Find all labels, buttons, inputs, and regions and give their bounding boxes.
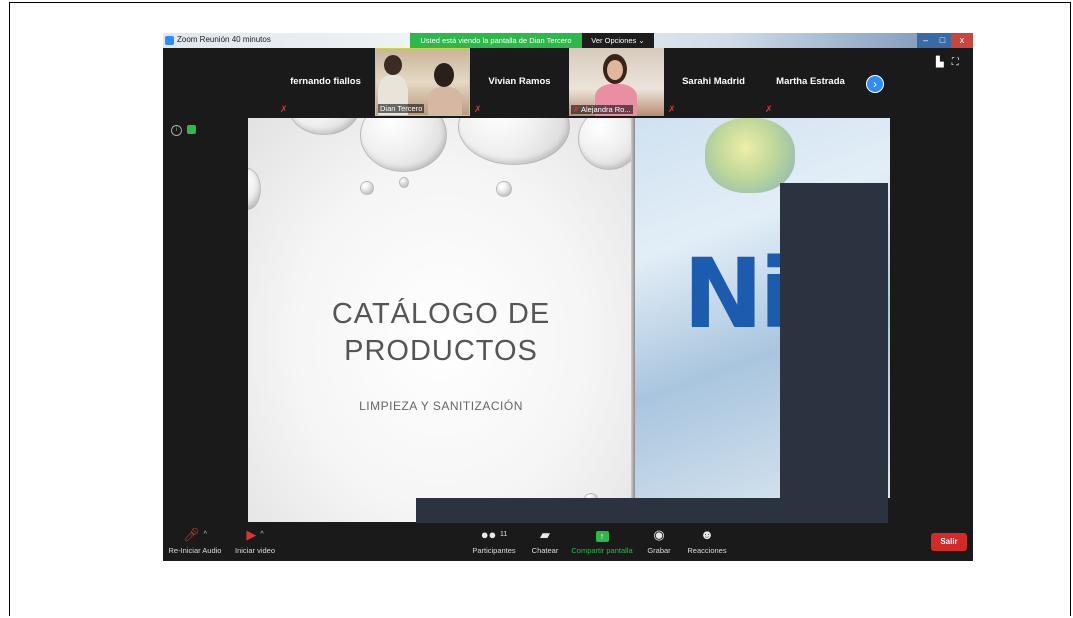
info-icon[interactable]: i (171, 125, 182, 136)
participant-video: ✗ Alejandra Ro... (569, 48, 664, 116)
muted-mic-icon: 🎤︎ ^ (183, 527, 207, 542)
chevron-up-icon[interactable]: ^ (260, 531, 263, 538)
video-label: Iniciar video (234, 546, 276, 555)
maximize-button[interactable]: □ (934, 33, 951, 48)
muted-mic-icon: ✗ (474, 104, 482, 114)
muted-mic-icon: ✗ (668, 104, 676, 114)
participant-gallery-strip: fernando fiallos ✗ Dian Tercero Vivian R… (163, 48, 973, 118)
water-drop-decoration (288, 118, 360, 135)
muted-mic-icon: ✗ (573, 105, 580, 114)
participants-button[interactable]: ●● 11 Participantes (471, 523, 517, 555)
slide-subtitle: LIMPIEZA Y SANITIZACIÓN (359, 399, 523, 413)
video-off-icon: ▶︎ ^ (246, 527, 264, 542)
record-icon: ◉ (653, 527, 665, 542)
participant-tile[interactable]: fernando fiallos ✗ (278, 48, 373, 118)
participant-tile[interactable]: Sarahi Madrid ✗ (666, 48, 761, 118)
participant-video: Dian Tercero (375, 48, 470, 116)
participant-tile-video[interactable]: ✗ Alejandra Ro... (569, 48, 664, 118)
person-body (428, 87, 462, 115)
flask-image (705, 118, 795, 193)
participant-name: fernando fiallos (290, 76, 361, 87)
zoom-app-icon (165, 36, 174, 45)
view-controls: ▙ ⛶ (936, 57, 967, 68)
participant-tile[interactable]: Vivian Ramos ✗ (472, 48, 567, 118)
gallery-view-icon[interactable]: ▙ (936, 57, 944, 68)
water-drop-decoration (248, 168, 261, 210)
muted-mic-icon: ✗ (765, 104, 773, 114)
water-drop-decoration (399, 177, 409, 188)
reactions-button[interactable]: ☻ Reacciones (685, 523, 729, 555)
participants-label: Participantes (472, 546, 516, 555)
water-drop-decoration (360, 181, 374, 195)
water-drop-decoration (578, 118, 634, 170)
screen-share-banner: Usted está viendo la pantalla de Dian Te… (410, 33, 582, 48)
participants-count: 11 (500, 531, 508, 538)
window-title: Zoom Reunión 40 minutos (177, 35, 271, 44)
chevron-right-icon: › (873, 77, 877, 91)
chevron-down-icon: ⌄ (638, 36, 645, 45)
muted-mic-icon: ✗ (280, 104, 288, 114)
person-head (384, 55, 402, 75)
slide-dark-panel (780, 183, 888, 523)
chevron-up-icon[interactable]: ^ (204, 531, 207, 538)
participant-tile[interactable]: Martha Estrada ✗ (763, 48, 858, 118)
participant-tile-video[interactable]: Dian Tercero (375, 48, 470, 118)
chat-button[interactable]: ▰ Chatear (529, 523, 561, 555)
record-button[interactable]: ◉ Grabar (645, 523, 673, 555)
close-button[interactable]: x (951, 33, 973, 48)
water-drop-decoration (360, 118, 447, 172)
slide-title: CATÁLOGO DE PRODUCTOS (248, 296, 634, 370)
security-shield-icon[interactable] (187, 125, 196, 134)
video-button[interactable]: ▶︎ ^ Iniciar video (229, 523, 281, 555)
chat-icon: ▰ (540, 527, 550, 542)
zoom-window: Zoom Reunión 40 minutos Usted está viend… (163, 33, 973, 561)
brand-text: Ni (683, 238, 792, 350)
slide-title-line1: CATÁLOGO DE (331, 298, 551, 330)
leave-button[interactable]: Salir (931, 533, 967, 551)
water-drop-decoration (458, 118, 570, 165)
participant-name: ✗ Alejandra Ro... (571, 105, 633, 114)
meeting-info-icons: i (171, 125, 196, 136)
person-face (607, 60, 623, 80)
share-screen-button[interactable]: ↑ Compartir pantalla (571, 523, 633, 555)
participants-icon: ●● 11 (480, 527, 508, 542)
reactions-label: Reacciones (687, 546, 727, 555)
water-drop-decoration (496, 181, 512, 197)
meeting-toolbar: 🎤︎ ^ Re-Iniciar Audio ▶︎ ^ Iniciar video ●… (163, 523, 973, 561)
view-options-label: Ver Opciones (591, 36, 637, 45)
audio-button[interactable]: 🎤︎ ^ Re-Iniciar Audio (167, 523, 223, 555)
minimize-button[interactable]: – (917, 33, 934, 48)
fullscreen-icon[interactable]: ⛶ (952, 57, 959, 68)
view-options-button[interactable]: Ver Opciones ⌄ (582, 33, 654, 48)
window-controls: – □ x (917, 33, 973, 48)
slide-dark-bottom (416, 498, 888, 524)
participant-name: Dian Tercero (378, 104, 425, 113)
slide-title-line2: PRODUCTOS (344, 335, 538, 367)
share-screen-icon: ↑ (571, 526, 633, 544)
share-label: Compartir pantalla (571, 546, 633, 555)
record-label: Grabar (647, 546, 671, 555)
participant-name: Sarahi Madrid (682, 76, 745, 87)
participant-name-text: Alejandra Ro... (580, 105, 631, 114)
participant-name: Vivian Ramos (488, 76, 551, 87)
participant-name: Martha Estrada (776, 76, 845, 87)
reactions-icon: ☻ (700, 527, 714, 542)
audio-label: Re-Iniciar Audio (168, 546, 222, 555)
person-head (434, 63, 454, 87)
shared-slide-left: CATÁLOGO DE PRODUCTOS LIMPIEZA Y SANITIZA… (248, 118, 634, 522)
next-page-button[interactable]: › (866, 75, 884, 93)
chat-label: Chatear (531, 546, 559, 555)
